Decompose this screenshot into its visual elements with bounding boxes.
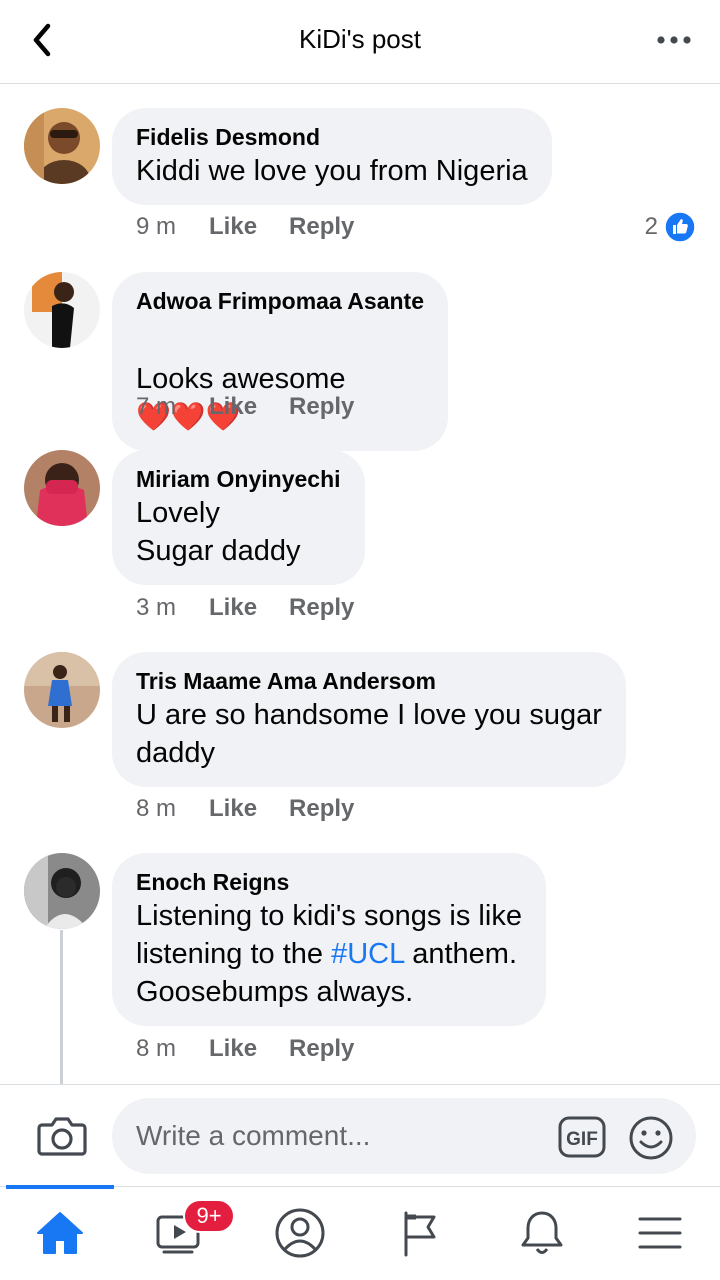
post-comments-screen: KiDi's post Fidelis Desmond Kiddi we lov… [0, 0, 720, 1280]
like-reaction-icon [664, 211, 696, 243]
reply-button[interactable]: Reply [289, 213, 354, 241]
avatar-image [24, 450, 100, 526]
home-icon [37, 1212, 83, 1254]
comment-text: Kiddi we love you from Nigeria [136, 155, 528, 187]
comment-time[interactable]: 9 m [136, 213, 176, 241]
comment-text: Lovely Sugar daddy [136, 497, 301, 567]
avatar-image [24, 652, 100, 728]
comment-author[interactable]: Miriam Onyinyechi [136, 464, 341, 494]
comment-author[interactable]: Tris Maame Ama Andersom [136, 666, 602, 696]
like-button[interactable]: Like [209, 213, 257, 241]
back-button[interactable] [22, 20, 66, 60]
camera-icon [37, 1117, 87, 1156]
avatar[interactable] [24, 652, 100, 728]
reply-button[interactable]: Reply [289, 594, 354, 622]
chevron-left-icon [33, 23, 51, 57]
comment-time[interactable]: 8 m [136, 1035, 176, 1063]
like-button[interactable]: Like [209, 795, 257, 823]
hashtag-link[interactable]: #UCL [331, 938, 404, 970]
comment-time[interactable]: 8 m [136, 795, 176, 823]
gif-icon: GIF [558, 1116, 606, 1158]
nav-profile[interactable] [272, 1205, 328, 1261]
profile-icon [275, 1208, 325, 1258]
reply-button[interactable]: Reply [289, 393, 354, 421]
comment-bubble: Tris Maame Ama Andersom U are so handsom… [112, 652, 626, 787]
reply-thread-line [60, 930, 63, 1085]
menu-icon [638, 1217, 682, 1249]
comment-text: Listening to kidi's songs is like listen… [136, 897, 522, 1011]
comment-bubble: Miriam Onyinyechi Lovely Sugar daddy [112, 450, 365, 585]
emoji-button[interactable] [628, 1115, 674, 1161]
reaction-summary[interactable]: 2 [645, 210, 696, 244]
comment-bubble: Fidelis Desmond Kiddi we love you from N… [112, 108, 552, 205]
avatar[interactable] [24, 108, 100, 184]
like-button[interactable]: Like [209, 594, 257, 622]
comment-actions: 9 m Like Reply [136, 210, 386, 244]
nav-notifications[interactable] [514, 1205, 570, 1261]
avatar-image [24, 272, 100, 348]
bell-icon [521, 1211, 563, 1254]
gif-label: GIF [566, 1129, 598, 1150]
comment-author[interactable]: Adwoa Frimpomaa Asante [136, 286, 424, 316]
reply-button[interactable]: Reply [289, 1035, 354, 1063]
comment-author[interactable]: Fidelis Desmond [136, 122, 528, 152]
nav-pages[interactable] [394, 1205, 450, 1261]
more-dots-icon [657, 36, 691, 44]
like-button[interactable]: Like [209, 1035, 257, 1063]
avatar-image [24, 853, 100, 929]
comment-actions: 3 m Like Reply [136, 591, 386, 625]
comment-actions: 8 m Like Reply [136, 792, 386, 826]
comment-text: U are so handsome I love you sugar daddy [136, 699, 602, 769]
comment-time[interactable]: 3 m [136, 594, 176, 622]
comment-actions: 7 m Like Reply [136, 390, 386, 424]
bottom-nav: 9+ [0, 1185, 720, 1280]
page-title: KiDi's post [298, 24, 421, 54]
reaction-count: 2 [644, 213, 658, 240]
more-options-button[interactable] [654, 26, 694, 54]
gif-button[interactable]: GIF [558, 1115, 606, 1159]
flag-icon [404, 1211, 436, 1257]
top-bar: KiDi's post [0, 0, 720, 84]
nav-home[interactable] [32, 1205, 88, 1261]
comment-bubble: Enoch Reigns Listening to kidi's songs i… [112, 853, 546, 1026]
nav-menu[interactable] [632, 1205, 688, 1261]
comment-input[interactable] [112, 1098, 696, 1174]
comment-time[interactable]: 7 m [136, 393, 176, 421]
comment-composer: GIF [0, 1084, 720, 1186]
comment-actions: 8 m Like Reply [136, 1032, 386, 1066]
comment-author[interactable]: Enoch Reigns [136, 867, 522, 897]
avatar[interactable] [24, 853, 100, 929]
smiley-icon [629, 1116, 673, 1160]
avatar[interactable] [24, 450, 100, 526]
reply-button[interactable]: Reply [289, 795, 354, 823]
like-button[interactable]: Like [209, 393, 257, 421]
comment-bubble: Adwoa Frimpomaa Asante Looks awesome ❤️❤… [112, 272, 448, 451]
camera-button[interactable] [36, 1111, 88, 1159]
avatar-image [24, 108, 100, 184]
active-tab-indicator [6, 1185, 114, 1189]
notification-badge: 9+ [183, 1199, 235, 1233]
avatar[interactable] [24, 272, 100, 348]
